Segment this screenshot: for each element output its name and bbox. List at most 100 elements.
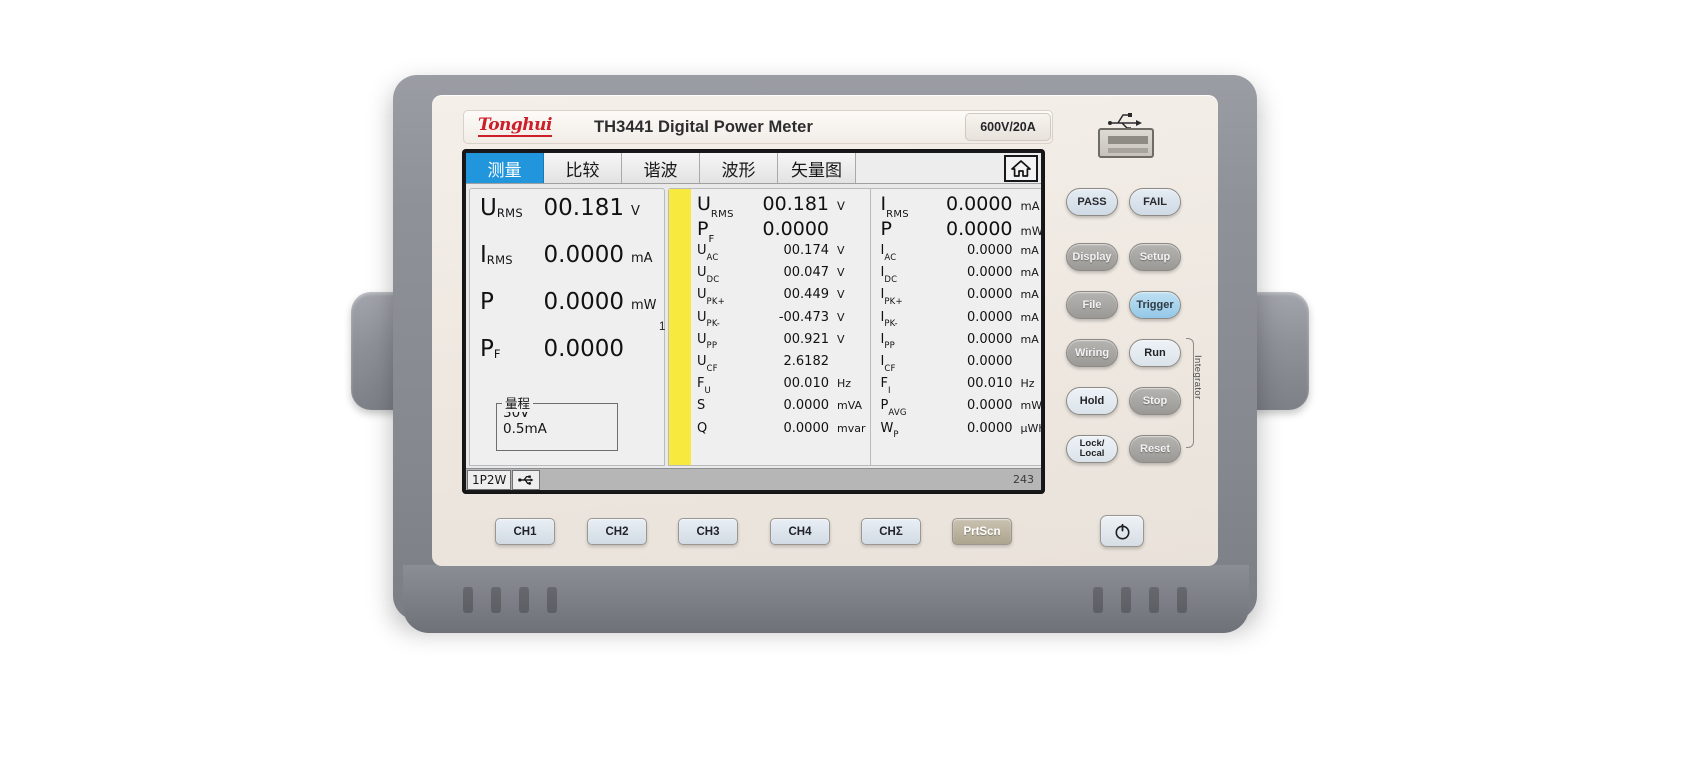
reading-urms-sub: RMS [496,206,523,220]
v-row-uac-sub: AC [706,252,719,263]
i-row-icf-value: 0.0000 [967,353,1013,369]
i-row-ipp-sub: PP [884,341,895,352]
fail-indicator: FAIL [1129,188,1181,216]
ch1-button[interactable]: CH1 [495,518,555,545]
tab-vector[interactable]: 矢量图 [778,153,856,183]
i-row-pavg-sub: AVG [888,407,907,418]
status-wiring-mode[interactable]: 1P2W [467,469,512,490]
i-row-wp-symbol: WP [880,420,899,441]
chsum-button[interactable]: CHΣ [861,518,921,545]
lock-local-button[interactable]: Lock/ Local [1066,435,1118,463]
range-legend: 量程 [502,393,534,412]
i-row-ipkminus-symbol: IPK- [880,309,898,330]
tab-waveform[interactable]: 波形 [700,153,778,183]
v-row-uac-value: 00.174 [783,243,830,258]
v-row-upp-value: 00.921 [783,331,830,347]
v-row-ucf-symbol: UCF [697,353,718,374]
v-row-upkplus-value: 00.449 [783,287,830,303]
case-base [403,565,1249,633]
v-header-urms-symbol: URMS [697,193,734,220]
trigger-button[interactable]: Trigger [1129,291,1181,319]
ch3-button[interactable]: CH3 [678,518,738,545]
i-header-irms-symbol: IRMS [880,193,909,220]
v-row-fu-symbol: FU [697,376,711,396]
v-row-udc-value: 00.047 [783,265,830,281]
lcd-screen[interactable]: 测量 比较 谐波 波形 矢量图 1 [466,153,1041,490]
reading-p: P 0.0000 mW [480,289,657,336]
v-header-pf-value: 0.0000 [762,218,829,240]
v-row-s: S 0.0000 mVA [697,398,866,420]
v-header-urms-unit: V [837,199,845,213]
v-row-udc: UDC 00.047 V [697,265,866,287]
v-header-pf-sub: F [708,233,715,245]
home-icon[interactable] [1004,155,1038,182]
i-row-fi-unit: Hz [1020,377,1035,391]
i-row-ipp-symbol: IPP [880,331,895,352]
primary-readings-panel: 1 URMS 00.181 V IRMS 0.0000 mA [466,188,665,466]
i-header-irms-sub: RMS [886,208,909,220]
current-column: IRMS 0.0000 mA P 0.0000 mW IAC 0.0000 mA… [869,189,1042,465]
hold-button[interactable]: Hold [1066,387,1118,415]
i-row-ipkplus-sub: PK+ [884,296,903,307]
i-row-ipkminus-sub: PK- [884,319,898,330]
reading-pf-sub: F [493,347,501,361]
i-header-irms-unit: mA [1020,199,1040,213]
i-row-idc-unit: mA [1020,266,1039,280]
run-button[interactable]: Run [1129,339,1181,367]
integrator-label: Integrator [1192,355,1203,400]
lcd-bezel: 测量 比较 谐波 波形 矢量图 1 [462,149,1045,494]
measurement-content: 1 URMS 00.181 V IRMS 0.0000 mA [466,184,1041,468]
i-row-wp-sub: P [893,430,899,441]
i-row-icf: ICF 0.0000 [881,354,1042,376]
tab-measure[interactable]: 测量 [466,153,544,183]
wiring-button[interactable]: Wiring [1066,339,1118,367]
tab-bar: 测量 比较 谐波 波形 矢量图 [466,153,1041,184]
v-row-s-unit: mVA [837,399,863,413]
ch4-button[interactable]: CH4 [770,518,830,545]
i-row-idc-value: 0.0000 [967,265,1013,281]
printscreen-button[interactable]: PrtScn [952,518,1012,545]
i-row-icf-sub: CF [884,363,896,374]
power-button[interactable] [1100,515,1144,547]
i-row-idc-sub: DC [884,274,898,285]
tab-compare[interactable]: 比较 [544,153,622,183]
status-bar: 1P2W 243 [466,468,1041,490]
i-row-fi-symbol: FI [880,376,891,396]
i-row-ipp-unit: mA [1020,332,1039,346]
v-row-upkplus-symbol: UPK+ [697,287,725,307]
file-button[interactable]: File [1066,291,1118,319]
i-row-iac-value: 0.0000 [967,243,1013,258]
v-row-fu-sub: U [704,385,711,396]
i-row-idc: IDC 0.0000 mA [881,265,1042,287]
i-row-ipkplus-symbol: IPK+ [880,287,903,307]
reading-pf-symbol: PF [480,336,501,362]
i-row-fi-value: 00.010 [967,376,1013,392]
usb-icon[interactable] [512,469,541,490]
v-row-upkminus-sub: PK- [706,319,720,330]
tab-harmonics[interactable]: 谐波 [622,153,700,183]
v-row-fu: FU 00.010 Hz [697,376,866,398]
range-box[interactable]: 量程 30V 0.5mA [496,393,618,451]
reading-urms-unit: V [631,204,640,219]
v-row-upp-sub: PP [706,341,718,352]
instrument-photo: Tonghui TH3441 Digital Power Meter 600V/… [0,0,1701,761]
i-row-ipkplus-unit: mA [1020,288,1039,302]
ch2-button[interactable]: CH2 [587,518,647,545]
v-row-upkplus-sub: PK+ [706,296,725,307]
v-row-ucf: UCF 2.6182 [697,354,866,376]
v-row-uac-symbol: UAC [697,243,719,263]
v-row-q: Q 0.0000 mvar [697,421,866,443]
display-button[interactable]: Display [1066,243,1118,271]
i-header-irms: IRMS 0.0000 mA [880,193,1042,220]
reading-pf: PF 0.0000 [480,336,657,383]
reading-irms-unit: mA [631,251,653,266]
v-header-urms: URMS 00.181 V [697,193,866,220]
stop-button[interactable]: Stop [1129,387,1181,415]
v-row-fu-value: 00.010 [783,376,830,392]
reading-urms-symbol: URMS [480,195,523,221]
pass-indicator: PASS [1066,188,1118,216]
lock-local-line2: Local [1079,448,1105,459]
setup-button[interactable]: Setup [1129,243,1181,271]
usb-port-icon[interactable] [1098,128,1154,158]
reset-button[interactable]: Reset [1129,435,1181,463]
